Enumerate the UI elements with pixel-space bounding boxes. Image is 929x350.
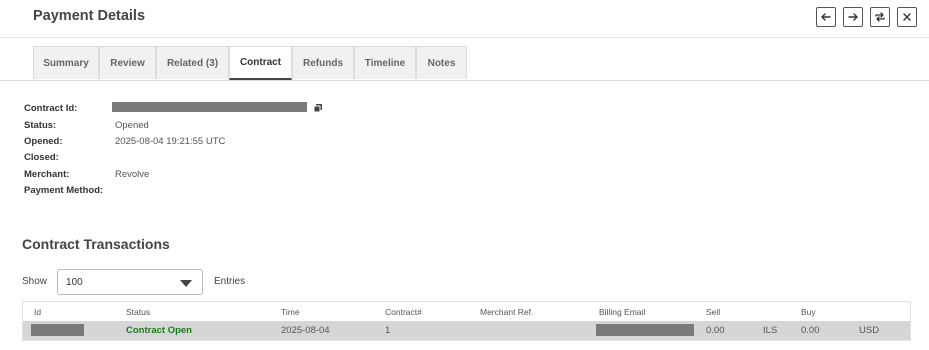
close-icon: [903, 13, 911, 21]
show-label: Show: [22, 276, 48, 287]
transactions-table: Id Status Time Contract# Merchant Ref. B…: [22, 301, 911, 341]
row-status: Contract Open: [126, 325, 192, 336]
closed-label: Closed:: [24, 152, 59, 163]
refresh-icon: [875, 12, 885, 22]
tab-notes[interactable]: Notes: [416, 46, 467, 79]
column-header-status[interactable]: Status: [126, 307, 150, 317]
chevron-down-icon: [180, 280, 192, 287]
column-header-time[interactable]: Time: [281, 307, 300, 317]
header: Payment Details: [0, 0, 929, 38]
close-button[interactable]: [897, 7, 917, 27]
status-value: Opened: [115, 120, 149, 131]
contract-id-label: Contract Id:: [24, 103, 78, 114]
tab-related[interactable]: Related (3): [156, 46, 229, 79]
arrow-left-icon: [821, 13, 831, 21]
row-sell: 0.00: [706, 325, 725, 336]
arrow-right-icon: [848, 13, 858, 21]
tab-summary[interactable]: Summary: [33, 46, 99, 79]
refresh-button[interactable]: [870, 7, 890, 27]
row-time: 2025-08-04: [281, 325, 330, 336]
copy-icon[interactable]: [313, 103, 323, 113]
row-contract-number: 1: [385, 325, 391, 336]
tab-timeline[interactable]: Timeline: [354, 46, 416, 79]
billing-email-redacted: [596, 324, 694, 336]
tab-contract[interactable]: Contract: [229, 46, 292, 80]
column-header-sell[interactable]: Sell: [706, 307, 720, 317]
opened-label: Opened:: [24, 136, 63, 147]
entries-label: Entries: [214, 276, 246, 287]
contract-id-redacted: [112, 102, 307, 112]
column-header-buy[interactable]: Buy: [801, 307, 816, 317]
page-title: Payment Details: [33, 8, 146, 24]
column-header-contract-number[interactable]: Contract#: [385, 307, 422, 317]
section-title: Contract Transactions: [22, 236, 170, 252]
previous-button[interactable]: [816, 7, 836, 27]
tab-refunds[interactable]: Refunds: [292, 46, 354, 79]
merchant-label: Merchant:: [24, 169, 70, 180]
opened-value: 2025-08-04 19:21:55 UTC: [115, 136, 226, 147]
tab-review[interactable]: Review: [99, 46, 156, 79]
column-header-merchant-ref[interactable]: Merchant Ref.: [480, 307, 533, 317]
table-row[interactable]: Contract Open 2025-08-04 1 0.00 ILS 0.00…: [23, 321, 910, 340]
next-button[interactable]: [843, 7, 863, 27]
row-buy-currency: USD: [859, 325, 880, 336]
row-sell-currency: ILS: [763, 325, 778, 336]
row-buy: 0.00: [801, 325, 820, 336]
tab-bar: Summary Review Related (3) Contract Refu…: [0, 46, 929, 81]
page-size-value: 100: [66, 277, 83, 288]
id-redacted: [31, 324, 84, 336]
status-label: Status:: [24, 120, 57, 131]
merchant-value: Revolve: [115, 169, 150, 180]
entries-per-page-select[interactable]: 100: [57, 269, 203, 295]
column-header-billing-email[interactable]: Billing Email: [599, 307, 645, 317]
column-header-id[interactable]: Id: [34, 307, 41, 317]
payment-method-label: Payment Method:: [24, 185, 104, 196]
payment-details-page: Payment Details Summary Review Related (…: [0, 0, 929, 350]
